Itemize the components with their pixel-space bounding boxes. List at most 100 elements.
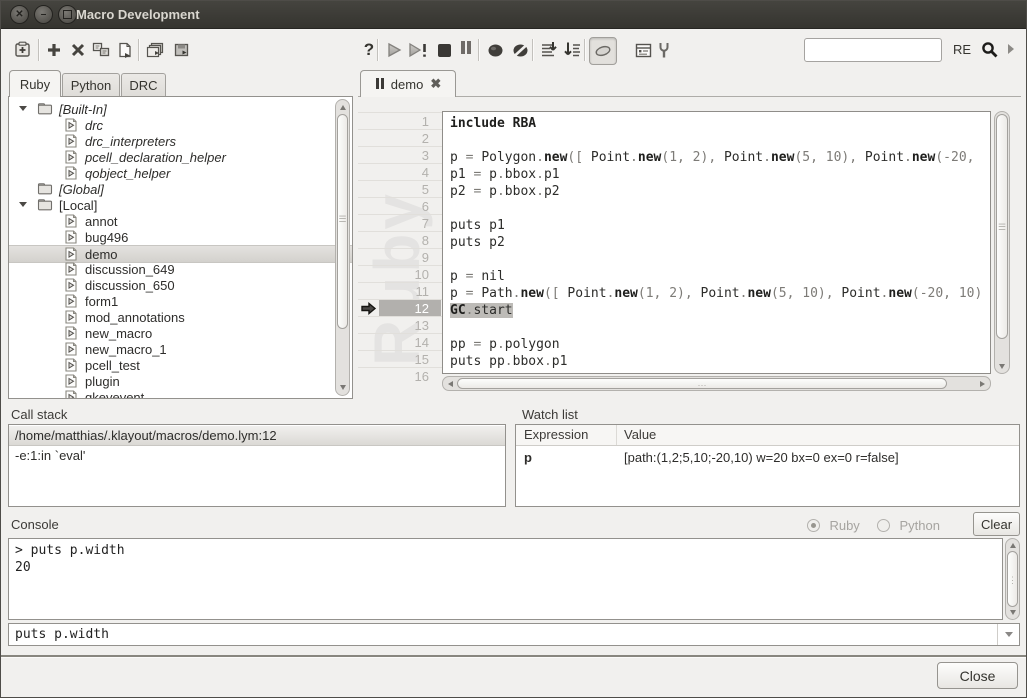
code-editor[interactable]: include RBA p = Polygon.new([ Point.new(1… [442, 111, 991, 374]
tree-scrollbar[interactable]: ☰ [335, 99, 350, 396]
save-macro-button[interactable] [169, 37, 193, 63]
editor-hscrollbar[interactable]: ⋯ [442, 376, 991, 391]
search-input[interactable] [804, 38, 942, 62]
tab-demo[interactable]: demo ✖ [360, 70, 456, 97]
scroll-right-icon[interactable] [980, 381, 985, 387]
gutter-line-2[interactable]: 2 [358, 129, 442, 147]
column-divider[interactable] [616, 425, 617, 445]
expand-options-icon[interactable] [1008, 44, 1014, 54]
tree-item-plugin[interactable]: plugin [9, 373, 352, 389]
console-output[interactable]: > puts p.width20 [8, 538, 1003, 620]
new-macro-location-button[interactable] [11, 37, 35, 63]
rename-macro-button[interactable] [89, 37, 113, 63]
step-over-button[interactable] [561, 37, 585, 63]
scroll-down-icon[interactable] [1010, 610, 1016, 615]
code-line-11[interactable]: p = Path.new([ Point.new(1, 2), Point.ne… [450, 285, 982, 302]
tree-item-form1[interactable]: form1 [9, 293, 352, 309]
tab-python[interactable]: Python [62, 73, 120, 97]
gutter-line-8[interactable]: 8 [358, 231, 442, 249]
gutter-line-5[interactable]: 5 [358, 180, 442, 198]
tree-item-discussion_650[interactable]: discussion_650 [9, 277, 352, 293]
gutter-line-15[interactable]: 15 [358, 350, 442, 368]
run-mode-toggle-button[interactable] [589, 37, 617, 65]
tree-scroll-thumb[interactable]: ☰ [337, 114, 348, 329]
code-line-12[interactable]: GC.start [450, 302, 513, 319]
tab-close-icon[interactable]: ✖ [430, 76, 441, 92]
console-history-dropdown[interactable] [997, 624, 1019, 645]
gutter-line-14[interactable]: 14 [358, 333, 442, 351]
pause-button[interactable] [454, 37, 478, 63]
code-line-8[interactable]: puts p2 [450, 234, 505, 251]
tab-ruby[interactable]: Ruby [9, 70, 61, 97]
step-into-button[interactable] [537, 37, 561, 63]
tree-item-mod_annotations[interactable]: mod_annotations [9, 309, 352, 325]
editor-gutter[interactable]: Ruby 12345678910111213141516 [358, 101, 442, 397]
call-stack-item[interactable]: -e:1:in `eval' [9, 446, 505, 466]
stop-button[interactable] [432, 37, 456, 63]
expander-icon[interactable] [19, 202, 27, 207]
call-stack-item[interactable]: /home/matthias/.klayout/macros/demo.lym:… [9, 426, 505, 446]
save-all-macros-button[interactable] [143, 37, 167, 63]
gutter-line-4[interactable]: 4 [358, 163, 442, 181]
code-line-14[interactable]: pp = p.polygon [450, 336, 560, 353]
tree-item-qobject_helper[interactable]: qobject_helper [9, 165, 352, 181]
editor-hscroll-thumb[interactable]: ⋯ [457, 378, 947, 389]
gutter-line-6[interactable]: 6 [358, 197, 442, 215]
scroll-up-icon[interactable] [340, 105, 346, 110]
set-breakpoint-button[interactable] [483, 37, 507, 63]
tree-item-new_macro[interactable]: new_macro [9, 325, 352, 341]
tree-item-pcell_test[interactable]: pcell_test [9, 357, 352, 373]
delete-macro-button[interactable] [66, 37, 90, 63]
tree-item-drc_interpreters[interactable]: drc_interpreters [9, 133, 352, 149]
close-button[interactable]: Close [937, 662, 1018, 689]
scroll-down-icon[interactable] [999, 364, 1005, 369]
editor-vscroll-thumb[interactable]: ☰ [996, 114, 1008, 339]
editor-vscrollbar[interactable]: ☰ [994, 111, 1010, 374]
scroll-down-icon[interactable] [340, 385, 346, 390]
tree-item-built-in[interactable]: [Built-In] [9, 101, 352, 117]
import-macro-button[interactable] [113, 37, 137, 63]
code-line-10[interactable]: p = nil [450, 268, 505, 285]
setup-button[interactable] [652, 37, 676, 63]
tree-item-qkevevent[interactable]: qkevevent [9, 389, 352, 399]
gutter-line-3[interactable]: 3 [358, 146, 442, 164]
window-minimize-icon[interactable]: – [34, 5, 53, 24]
tree-item-new_macro_1[interactable]: new_macro_1 [9, 341, 352, 357]
tree-item-bug496[interactable]: bug496 [9, 229, 352, 245]
code-line-4[interactable]: p1 = p.bbox.p1 [450, 166, 560, 183]
console-input-value[interactable]: puts p.width [15, 624, 109, 645]
tree-item-global[interactable]: [Global] [9, 181, 352, 197]
clear-button[interactable]: Clear [973, 512, 1020, 536]
gutter-line-12[interactable]: 12 [358, 299, 442, 317]
window-close-icon[interactable]: ✕ [10, 5, 29, 24]
gutter-line-7[interactable]: 7 [358, 214, 442, 232]
watch-row[interactable]: p[path:(1,2;5,10;-20,10) w=20 bx=0 ex=0 … [516, 446, 1019, 468]
expander-icon[interactable] [19, 106, 27, 111]
add-macro-button[interactable] [42, 37, 66, 63]
regexp-toggle[interactable]: RE [953, 37, 971, 63]
gutter-line-1[interactable]: 1 [358, 112, 442, 130]
console-scrollbar[interactable]: ⋮ [1005, 538, 1020, 620]
run-from-current-button[interactable] [405, 37, 433, 63]
scroll-left-icon[interactable] [448, 381, 453, 387]
gutter-line-11[interactable]: 11 [358, 282, 442, 300]
code-line-15[interactable]: puts pp.bbox.p1 [450, 353, 567, 370]
tree-item-discussion_649[interactable]: discussion_649 [9, 261, 352, 277]
gutter-line-9[interactable]: 9 [358, 248, 442, 266]
code-line-5[interactable]: p2 = p.bbox.p2 [450, 183, 560, 200]
tree-item-drc[interactable]: drc [9, 117, 352, 133]
code-line-3[interactable]: p = Polygon.new([ Point.new(1, 2), Point… [450, 149, 974, 166]
tree-item-annot[interactable]: annot [9, 213, 352, 229]
run-button[interactable] [382, 37, 406, 63]
gutter-line-13[interactable]: 13 [358, 316, 442, 334]
gutter-line-16[interactable]: 16 [358, 367, 442, 385]
clear-breakpoints-button[interactable] [508, 37, 532, 63]
scroll-up-icon[interactable] [1010, 543, 1016, 548]
watch-expression[interactable]: p [524, 450, 532, 465]
gutter-line-10[interactable]: 10 [358, 265, 442, 283]
code-line-1[interactable]: include RBA [450, 115, 536, 132]
window-maximize-icon[interactable] [58, 5, 77, 24]
tab-drc[interactable]: DRC [121, 73, 166, 97]
console-scroll-thumb[interactable]: ⋮ [1007, 551, 1018, 607]
tree-item-local[interactable]: [Local] [9, 197, 352, 213]
